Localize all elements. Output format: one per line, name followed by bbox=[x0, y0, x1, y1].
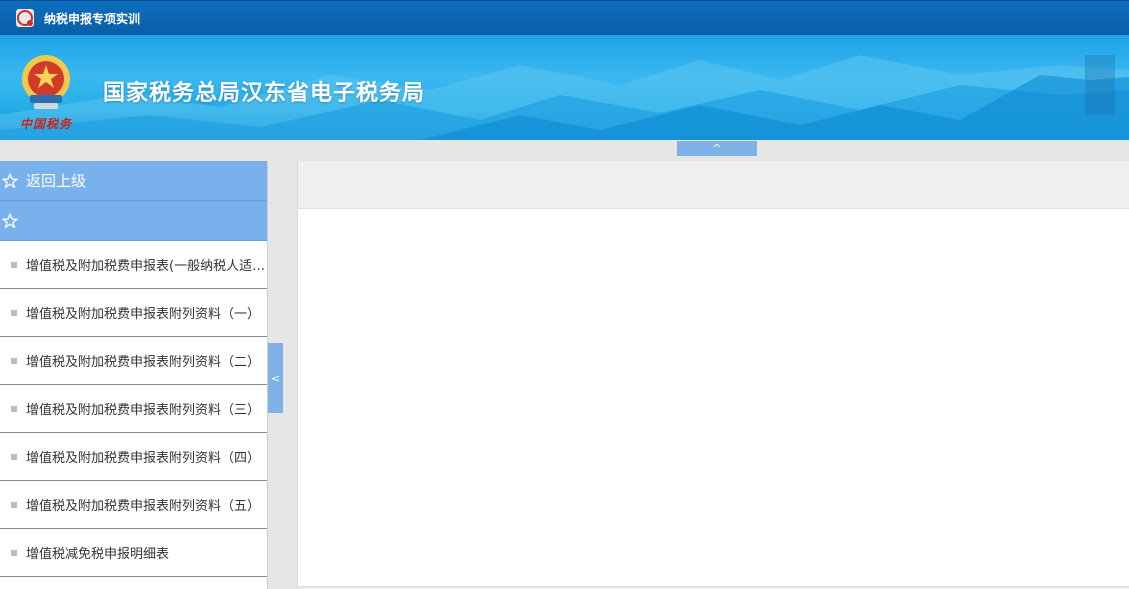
sidebar-item[interactable]: 增值税及附加税费申报表(一般纳税人适用) bbox=[0, 241, 267, 289]
sidebar-section-header[interactable] bbox=[0, 201, 267, 241]
sidebar-item[interactable]: 增值税减免税申报明细表 bbox=[0, 529, 267, 577]
sidebar-item[interactable]: 增值税及附加税费申报表附列资料（一） bbox=[0, 289, 267, 337]
main-content bbox=[297, 161, 1129, 589]
sidebar-item-label: 增值税及附加税费申报表附列资料（一） bbox=[26, 307, 261, 322]
bullet-icon bbox=[11, 453, 17, 460]
bullet-icon bbox=[11, 309, 17, 316]
bullet-icon bbox=[11, 501, 17, 508]
app-titlebar: 纳税申报专项实训 bbox=[0, 0, 1129, 35]
sidebar: 返回上级 增值税及附加税费申报表(一般纳税人适用) 增值税及附加税费申报表附列资… bbox=[0, 161, 268, 589]
back-to-parent-button[interactable]: 返回上级 bbox=[0, 161, 267, 201]
app-logo-icon bbox=[16, 9, 34, 27]
sidebar-item-label: 增值税减免税申报明细表 bbox=[26, 547, 170, 562]
bullet-icon bbox=[11, 357, 17, 364]
sidebar-item-label: 增值税及附加税费申报表附列资料（三） bbox=[26, 403, 261, 418]
back-label: 返回上级 bbox=[26, 172, 87, 190]
sidebar-item[interactable]: 增值税及附加税费申报表附列资料（二） bbox=[0, 337, 267, 385]
app-title: 纳税申报专项实训 bbox=[44, 11, 141, 26]
collapse-strip bbox=[0, 140, 1129, 161]
page-title: 国家税务总局汉东省电子税务局 bbox=[103, 81, 426, 106]
sidebar-item-label: 增值税及附加税费申报表附列资料（二） bbox=[26, 355, 261, 370]
star-icon bbox=[2, 212, 18, 228]
tax-emblem-icon bbox=[22, 55, 70, 109]
bullet-icon bbox=[11, 549, 17, 556]
bullet-icon bbox=[11, 405, 17, 412]
sidebar-item-label: 增值税及附加税费申报表附列资料（五） bbox=[26, 499, 261, 514]
content-toolbar bbox=[298, 161, 1129, 209]
bullet-icon bbox=[11, 261, 17, 268]
sidebar-item[interactable]: 增值税及附加税费申报表附列资料（五） bbox=[0, 481, 267, 529]
header-banner: 中国税务 国家税务总局汉东省电子税务局 bbox=[0, 35, 1129, 140]
sidebar-item-label: 增值税及附加税费申报表(一般纳税人适用) bbox=[26, 259, 267, 274]
sidebar-item[interactable]: 增值税及附加税费申报表附列资料（三） bbox=[0, 385, 267, 433]
collapse-header-button[interactable]: ^ bbox=[677, 141, 757, 156]
sidebar-collapse-button[interactable]: < bbox=[268, 343, 283, 413]
sidebar-item-label: 增值税及附加税费申报表附列资料（四） bbox=[26, 451, 261, 466]
sidebar-item[interactable]: 增值税及附加税费申报表附列资料（四） bbox=[0, 433, 267, 481]
star-icon bbox=[2, 172, 18, 188]
emblem-caption: 中国税务 bbox=[20, 117, 73, 131]
